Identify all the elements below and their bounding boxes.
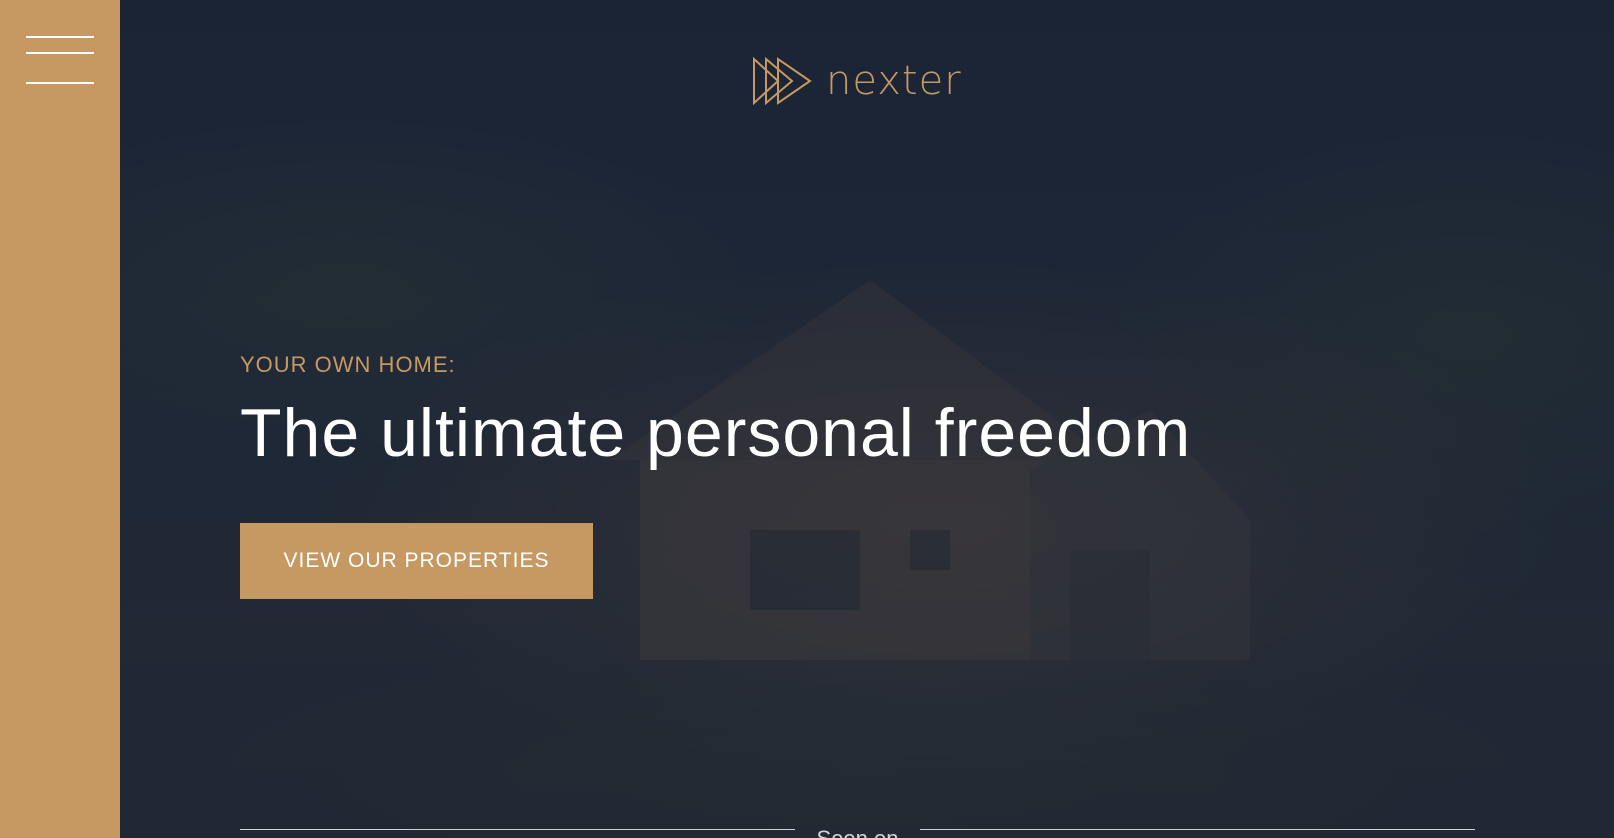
hamburger-icon [26,36,94,38]
seen-on-label: Seen on [795,828,921,838]
sidebar [0,0,120,838]
brand-logo[interactable]: nexter [752,56,962,106]
hamburger-menu-button[interactable] [26,32,94,86]
hamburger-icon-line-3 [26,82,94,84]
seen-on-divider: Seen on [240,818,1475,838]
triple-play-arrow-icon [753,57,812,105]
divider-line-right [920,828,1475,830]
hero-subtitle: YOUR OWN HOME: [240,352,456,377]
page: nexter YOUR OWN HOME: The ultimate perso… [0,0,1614,838]
view-properties-button[interactable]: VIEW OUR PROPERTIES [240,523,593,599]
brand-name: nexter [826,58,962,104]
hero-title: The ultimate personal freedom [240,395,1192,471]
divider-line-left [240,828,795,830]
hamburger-icon-line-2 [26,52,94,54]
